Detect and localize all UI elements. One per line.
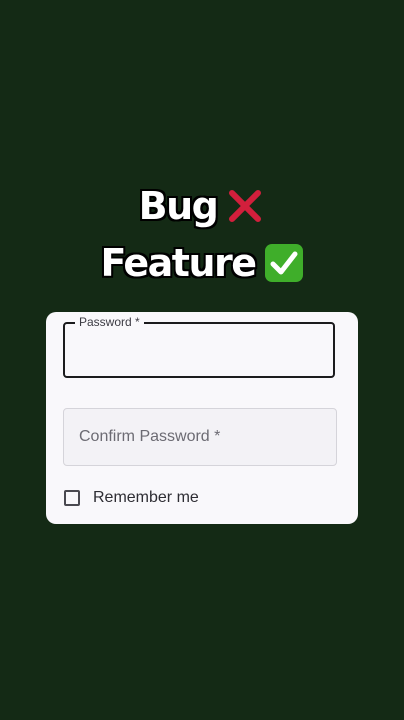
caption-bug-text: Bug	[138, 184, 219, 228]
password-field[interactable]: Password *	[63, 315, 335, 378]
caption-line-bug: Bug	[0, 182, 404, 230]
login-form-card: Password * Confirm Password * Remember m…	[46, 312, 358, 524]
confirm-password-field[interactable]: Confirm Password *	[63, 408, 337, 466]
check-mark-icon	[264, 244, 303, 282]
cross-mark-icon	[229, 190, 262, 222]
remember-me-label[interactable]: Remember me	[93, 489, 199, 507]
remember-me-checkbox[interactable]	[64, 490, 80, 506]
caption-line-feature: Feature	[0, 238, 404, 288]
caption-feature-text: Feature	[100, 241, 257, 285]
password-label: Password *	[75, 315, 144, 329]
remember-me-row[interactable]: Remember me	[64, 488, 199, 508]
confirm-password-placeholder: Confirm Password *	[79, 428, 221, 445]
